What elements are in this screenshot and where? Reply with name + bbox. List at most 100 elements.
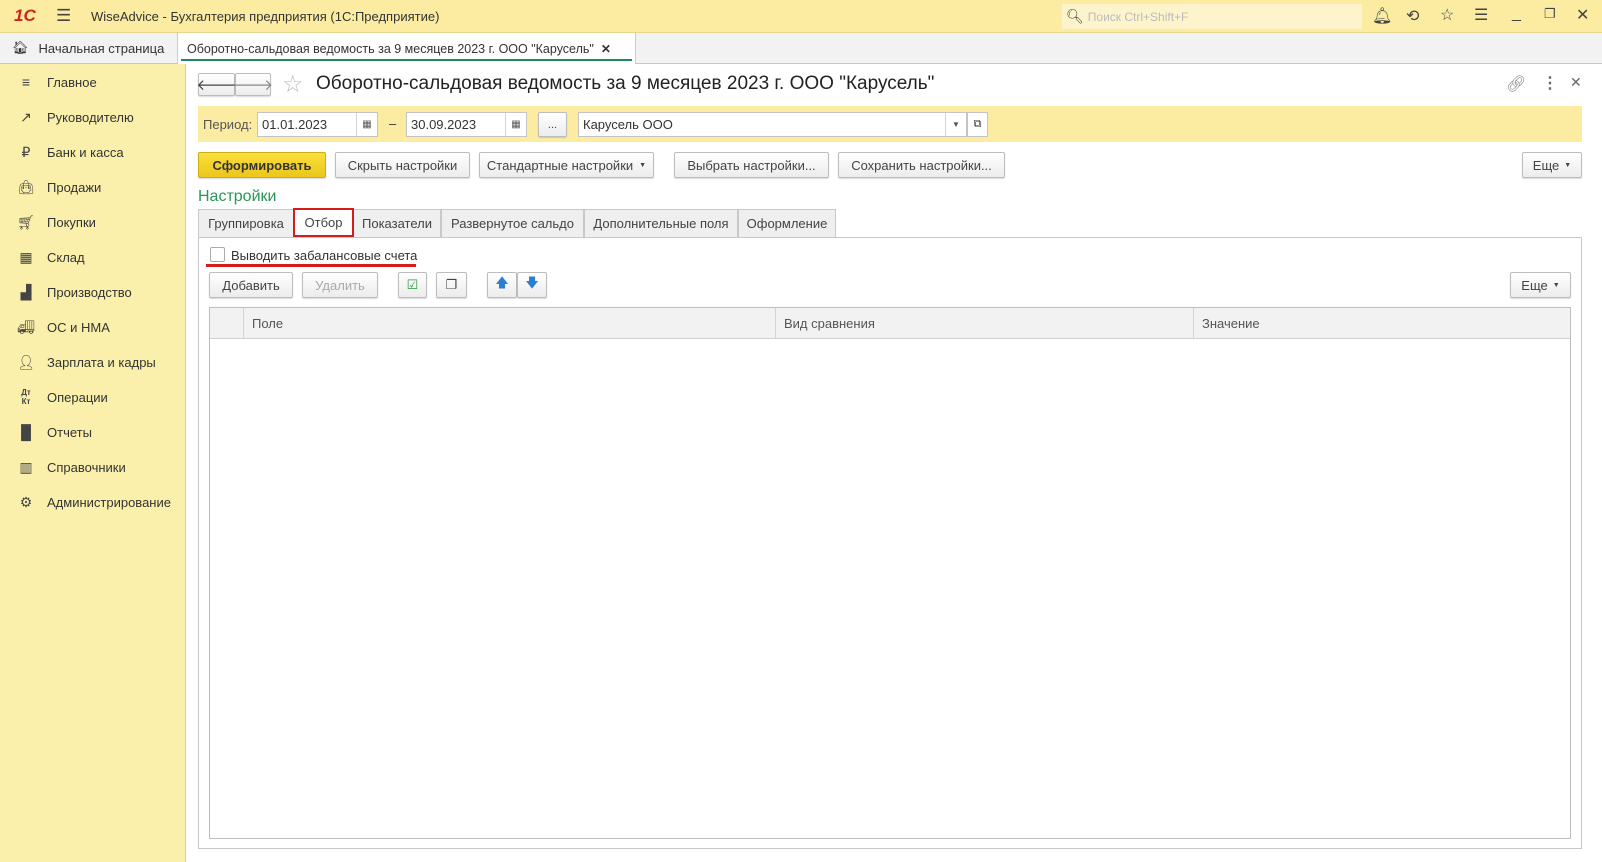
standard-settings-button[interactable]: Стандартные настройки ▼ <box>479 152 654 178</box>
sidebar-item-admin[interactable]: ⚙ Администрирование <box>0 487 186 517</box>
open-tabs-bar: 🏠︎ Начальная страница Оборотно-сальдовая… <box>0 33 1602 64</box>
filter-more-label: Еще <box>1521 277 1548 293</box>
choose-settings-button[interactable]: Выбрать настройки... <box>674 152 829 178</box>
sidebar-item-label: Операции <box>47 389 108 405</box>
filter-table[interactable]: Поле Вид сравнения Значение <box>209 307 1571 839</box>
star-icon[interactable]: ☆ <box>1440 5 1454 25</box>
factory-icon: ▟ <box>20 283 32 300</box>
filter-more-button[interactable]: Еще ▼ <box>1510 272 1571 298</box>
calendar-icon[interactable]: ▦ <box>505 113 526 136</box>
sidebar-item-label: Отчеты <box>47 424 92 440</box>
sidebar: ≡ Главное ↗ Руководителю ₽ Банк и касса 👜︎ П… <box>0 64 186 862</box>
app-title: WiseAdvice - Бухгалтерия предприятия (1С… <box>91 9 440 24</box>
chart-icon: ▐▌ <box>16 424 36 440</box>
organization-field[interactable]: Карусель ООО ▼ <box>578 112 967 137</box>
dropdown-arrow-icon[interactable]: ▼ <box>945 113 966 136</box>
sidebar-item-manager[interactable]: ↗ Руководителю <box>0 102 186 132</box>
date-from-value: 01.01.2023 <box>262 117 328 132</box>
close-form-icon[interactable]: ✕ <box>1570 74 1582 91</box>
sidebar-item-label: Зарплата и кадры <box>47 354 156 370</box>
sidebar-item-catalogs[interactable]: ▥ Справочники <box>0 452 186 482</box>
person-icon: 👤︎ <box>17 353 35 370</box>
generate-button[interactable]: Сформировать <box>198 152 326 178</box>
calendar-icon[interactable]: ▦ <box>356 113 377 136</box>
date-to-field[interactable]: 30.09.2023 ▦ <box>406 112 527 137</box>
link-icon[interactable]: 🔗︎ <box>1506 74 1526 94</box>
bag-icon: 👜︎ <box>17 178 35 195</box>
dropdown-arrow-icon: ▼ <box>639 161 647 169</box>
column-header-field[interactable]: Поле <box>244 308 776 339</box>
back-button[interactable]: 🡐 <box>196 73 237 96</box>
main-menu-icon[interactable]: ☰ <box>56 6 71 26</box>
delete-button[interactable]: Удалить <box>302 272 378 298</box>
tab-additional-fields[interactable]: Дополнительные поля <box>584 209 738 237</box>
search-input[interactable]: Поиск Ctrl+Shift+F <box>1088 10 1189 24</box>
add-button[interactable]: Добавить <box>209 272 293 298</box>
sidebar-item-sales[interactable]: 👜︎ Продажи <box>0 172 186 202</box>
standard-settings-label: Стандартные настройки <box>486 157 634 173</box>
period-label: Период: <box>203 117 253 132</box>
cart-icon: 🛒︎ <box>17 213 35 230</box>
sidebar-item-reports[interactable]: ▐▌ Отчеты <box>0 417 186 447</box>
close-window-icon[interactable]: ✕ <box>1576 5 1589 25</box>
gear-icon: ⚙ <box>19 493 33 510</box>
copy-icon[interactable]: ❐ <box>436 272 467 298</box>
sidebar-item-label: Администрирование <box>47 494 171 510</box>
highlight-underline <box>206 264 416 267</box>
organization-value: Карусель ООО <box>583 117 673 132</box>
filter-menu-icon[interactable]: ☰ <box>1474 5 1488 25</box>
date-from-field[interactable]: 01.01.2023 ▦ <box>257 112 378 137</box>
sidebar-item-salary[interactable]: 👤︎ Зарплата и кадры <box>0 347 186 377</box>
minimize-icon[interactable]: _ <box>1512 5 1521 23</box>
hide-settings-button[interactable]: Скрыть настройки <box>335 152 470 178</box>
tab-filter[interactable]: Отбор <box>293 208 354 237</box>
sidebar-item-main[interactable]: ≡ Главное <box>0 67 186 97</box>
period-dash: – <box>389 116 397 131</box>
move-down-icon[interactable]: 🡇 <box>517 272 547 298</box>
restore-icon[interactable]: ❐ <box>1544 6 1556 22</box>
dropdown-arrow-icon: ▼ <box>1552 281 1560 289</box>
column-header-comparison[interactable]: Вид сравнения <box>776 308 1194 339</box>
tab-report[interactable]: Оборотно-сальдовая ведомость за 9 месяце… <box>177 33 636 64</box>
search-box[interactable]: 🔍︎ Поиск Ctrl+Shift+F <box>1062 4 1362 29</box>
date-to-value: 30.09.2023 <box>411 117 477 132</box>
open-organization-icon[interactable]: ⧉ <box>967 112 988 137</box>
check-all-icon[interactable]: ☑ <box>398 272 427 298</box>
sidebar-item-label: Производство <box>47 284 132 300</box>
sidebar-item-bank[interactable]: ₽ Банк и касса <box>0 137 186 167</box>
home-icon: 🏠︎ <box>12 40 29 55</box>
sidebar-item-label: Покупки <box>47 214 96 230</box>
tab-appearance[interactable]: Оформление <box>738 209 836 237</box>
active-tab-indicator <box>181 59 632 61</box>
sidebar-item-label: Банк и касса <box>47 144 124 160</box>
save-settings-button[interactable]: Сохранить настройки... <box>838 152 1005 178</box>
more-label: Еще <box>1532 157 1560 173</box>
history-icon[interactable]: ⟲ <box>1406 6 1419 26</box>
tab-report-label: Оборотно-сальдовая ведомость за 9 месяце… <box>187 41 594 56</box>
period-select-button[interactable]: ... <box>538 112 567 137</box>
sidebar-item-fixed-assets[interactable]: 🚚︎ ОС и НМА <box>0 312 186 342</box>
forward-button[interactable]: 🡒 <box>233 73 273 96</box>
sidebar-item-label: Склад <box>47 249 85 265</box>
sidebar-item-purchases[interactable]: 🛒︎ Покупки <box>0 207 186 237</box>
sidebar-item-production[interactable]: ▟ Производство <box>0 277 186 307</box>
sidebar-item-label: Главное <box>47 74 97 90</box>
more-actions-icon[interactable]: ⋮ <box>1542 73 1558 93</box>
sidebar-item-warehouse[interactable]: ▦ Склад <box>0 242 186 272</box>
tab-grouping[interactable]: Группировка <box>198 209 294 237</box>
sidebar-item-label: Руководителю <box>47 109 134 125</box>
page-title: Оборотно-сальдовая ведомость за 9 месяце… <box>316 73 935 94</box>
close-tab-icon[interactable]: ✕ <box>601 42 611 56</box>
sidebar-item-operations[interactable]: Дт Кт Операции <box>0 382 186 412</box>
more-button[interactable]: Еще ▼ <box>1522 152 1582 178</box>
tab-home[interactable]: 🏠︎ Начальная страница <box>0 33 176 63</box>
offbalance-checkbox-label[interactable]: Выводить забалансовые счета <box>231 248 417 263</box>
column-header-value[interactable]: Значение <box>1194 308 1570 339</box>
tab-indicators[interactable]: Показатели <box>353 209 441 237</box>
move-up-icon[interactable]: 🡅 <box>487 272 517 298</box>
offbalance-checkbox[interactable] <box>210 247 225 262</box>
tab-expanded-balance[interactable]: Развернутое сальдо <box>441 209 584 237</box>
warehouse-icon: ▦ <box>19 248 33 265</box>
favorite-star-icon[interactable]: ☆ <box>282 70 304 99</box>
bell-icon[interactable]: 🔔︎ <box>1372 6 1392 26</box>
